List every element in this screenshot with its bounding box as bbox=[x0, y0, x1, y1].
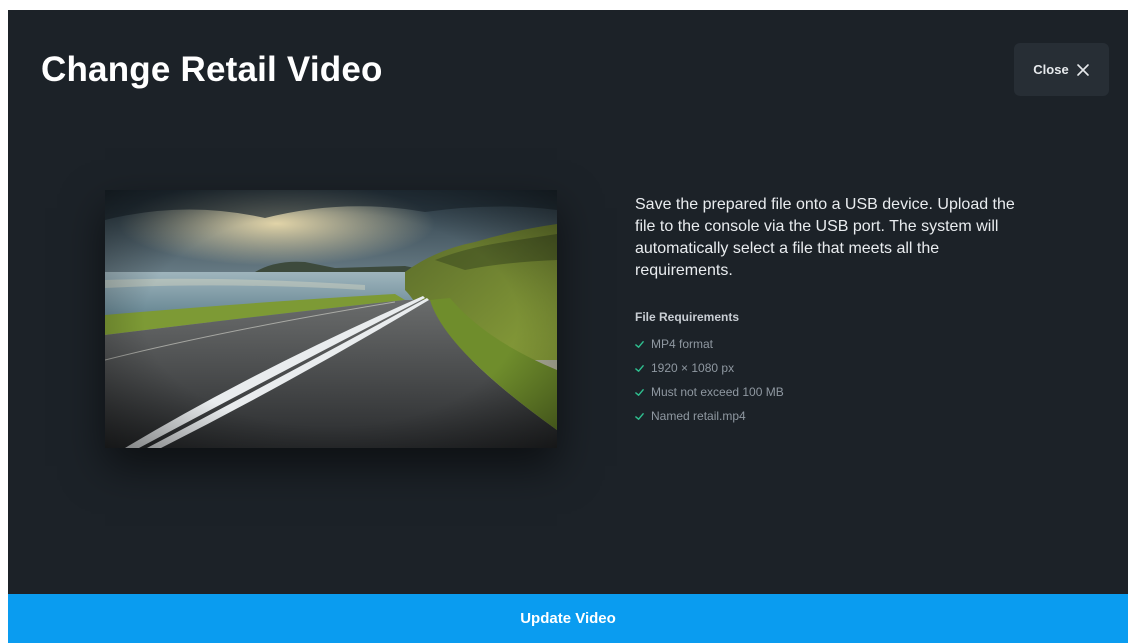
upload-description: Save the prepared file onto a USB device… bbox=[635, 196, 1015, 279]
video-preview-image bbox=[105, 190, 557, 448]
requirement-item: 1920 × 1080 px bbox=[635, 356, 1035, 380]
check-icon bbox=[635, 412, 644, 420]
requirement-text: Named retail.mp4 bbox=[651, 409, 746, 423]
change-video-dialog: Change Retail Video Close Save the prepa… bbox=[8, 10, 1128, 643]
dialog-title: Change Retail Video bbox=[41, 50, 383, 89]
requirement-text: MP4 format bbox=[651, 337, 714, 351]
close-button-label: Close bbox=[1033, 62, 1069, 77]
requirement-text: 1920 × 1080 px bbox=[651, 361, 735, 375]
close-icon bbox=[1076, 63, 1089, 76]
close-button[interactable]: Close bbox=[1014, 43, 1109, 96]
requirement-item: MP4 format bbox=[635, 332, 1035, 356]
requirement-item: Must not exceed 100 MB bbox=[635, 380, 1035, 404]
requirements-list: MP4 format 1920 × 1080 px Must not excee… bbox=[635, 332, 1035, 428]
check-icon bbox=[635, 364, 644, 372]
check-icon bbox=[635, 388, 644, 396]
update-video-button[interactable]: Update Video bbox=[8, 594, 1128, 643]
instructions-panel: Save the prepared file onto a USB device… bbox=[635, 194, 1035, 428]
requirement-text: Must not exceed 100 MB bbox=[651, 385, 784, 399]
check-icon bbox=[635, 340, 644, 348]
requirement-item: Named retail.mp4 bbox=[635, 404, 1035, 428]
requirements-title: File Requirements bbox=[635, 310, 740, 324]
